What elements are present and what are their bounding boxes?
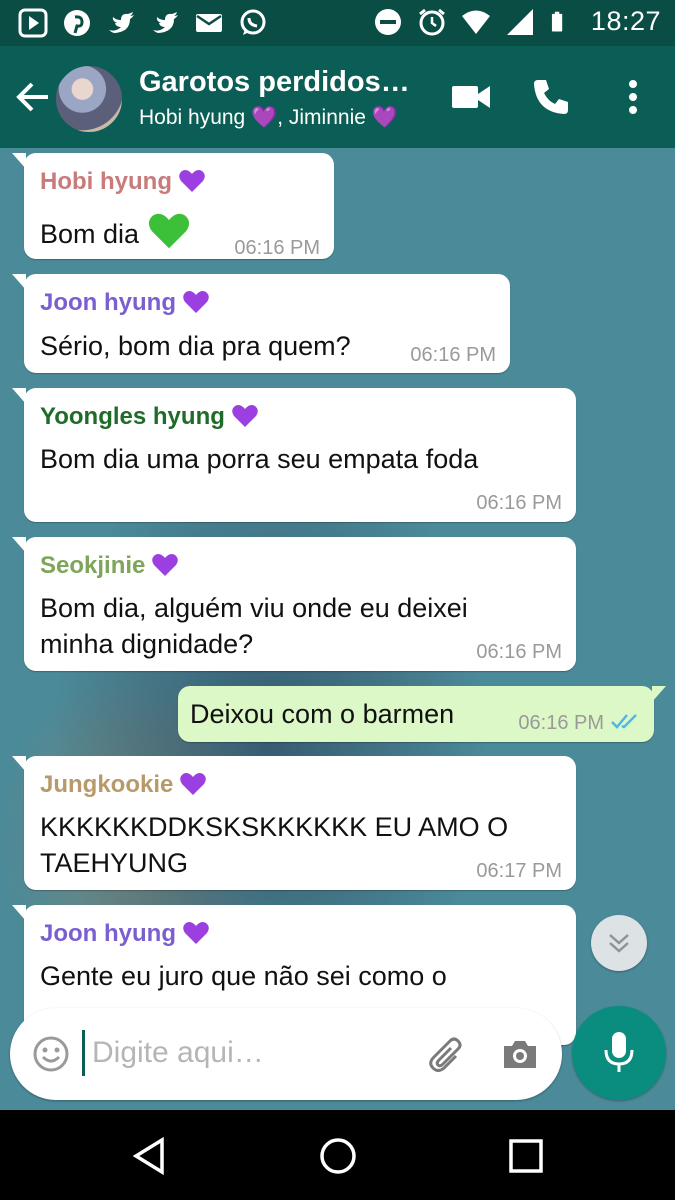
message-text-line: Bom dia, alguém viu onde eu deixei <box>40 593 468 623</box>
back-triangle-icon[interactable] <box>130 1136 170 1176</box>
purple-heart-icon <box>183 291 209 313</box>
message-time: 06:16 PM <box>234 237 320 259</box>
message-time: 06:17 PM <box>476 860 562 882</box>
message-sender: Joon hyung <box>40 289 176 316</box>
message-bubble[interactable]: Yoongles hyung Bom dia uma porra seu emp… <box>12 388 576 522</box>
chat-header: Garotos perdidos… Hobi hyung 💜, Jiminnie… <box>0 46 675 148</box>
mic-button[interactable] <box>572 1006 666 1100</box>
message-text-line: KKKKKKDDKSKSKKKKKK EU AMO O <box>40 812 509 842</box>
message-bubble[interactable]: Seokjinie Bom dia, alguém viu onde eu de… <box>12 537 576 671</box>
scroll-to-bottom-button[interactable] <box>591 915 647 971</box>
message-sender: Jungkookie <box>40 771 174 798</box>
phone-icon[interactable] <box>530 76 572 118</box>
attach-icon[interactable] <box>428 1034 468 1074</box>
system-nav-bar <box>0 1110 675 1200</box>
message-time: 06:16 PM <box>476 641 562 663</box>
message-text: Bom dia uma porra seu empata foda <box>40 444 479 474</box>
more-vert-icon[interactable] <box>612 76 654 118</box>
message-time: 06:16 PM <box>410 344 496 366</box>
message-bubble[interactable]: Jungkookie KKKKKKDDKSKSKKKKKK EU AMO O T… <box>12 756 576 890</box>
recents-square-icon[interactable] <box>506 1136 546 1176</box>
purple-heart-icon <box>183 922 209 944</box>
message-time: 06:16 PM <box>518 712 604 734</box>
message-sender: Hobi hyung <box>40 168 172 195</box>
message-text: Bom dia <box>40 219 140 249</box>
purple-heart-icon <box>180 773 207 795</box>
clock: 18:27 <box>590 6 661 36</box>
twitter-icon <box>109 12 134 33</box>
message-composer[interactable]: Digite aqui… <box>10 1008 562 1100</box>
green-heart-icon <box>148 213 190 249</box>
video-call-icon[interactable] <box>450 76 492 118</box>
group-avatar[interactable] <box>54 64 124 134</box>
message-bubble[interactable]: Hobi hyung Bom dia 06:16 PM <box>12 153 334 259</box>
twitter-icon <box>153 12 178 33</box>
outgoing-message-bubble[interactable]: Deixou com o barmen 06:16 PM <box>178 686 666 742</box>
message-text: Sério, bom dia pra quem? <box>40 331 351 361</box>
purple-heart-icon <box>152 554 179 576</box>
back-arrow-icon[interactable] <box>14 78 52 116</box>
message-sender: Yoongles hyung <box>40 403 225 430</box>
camera-icon[interactable] <box>500 1034 540 1074</box>
alarm-icon <box>418 8 445 35</box>
message-sender: Seokjinie <box>40 552 146 579</box>
emoji-icon[interactable] <box>32 1035 70 1073</box>
whatsapp-icon <box>240 9 266 35</box>
pinterest-icon <box>64 10 90 36</box>
message-time: 06:16 PM <box>476 492 562 514</box>
wifi-icon <box>461 10 490 34</box>
purple-heart-icon <box>179 170 205 192</box>
message-input[interactable]: Digite aqui… <box>92 1036 264 1070</box>
message-text: Gente eu juro que não sei como o <box>40 961 447 991</box>
text-caret <box>82 1030 85 1076</box>
play-store-icon <box>18 8 48 38</box>
chat-title[interactable]: Garotos perdidos… <box>139 66 409 99</box>
do-not-disturb-icon <box>374 8 401 35</box>
mail-icon <box>196 14 222 32</box>
mic-icon <box>604 1032 634 1072</box>
message-sender: Joon hyung <box>40 920 176 947</box>
chevron-double-down-icon <box>609 934 629 953</box>
signal-icon <box>506 8 533 35</box>
message-text-line: TAEHYUNG <box>40 848 189 878</box>
chat-members[interactable]: Hobi hyung 💜, Jiminnie 💜 <box>139 106 398 130</box>
battery-icon <box>551 11 563 32</box>
message-text: Deixou com o barmen <box>190 699 455 729</box>
message-text-line: minha dignidade? <box>40 629 254 659</box>
message-bubble[interactable]: Joon hyung Sério, bom dia pra quem? 06:1… <box>12 274 510 373</box>
home-circle-icon[interactable] <box>318 1136 358 1176</box>
status-bar: 18:27 <box>0 0 675 46</box>
purple-heart-icon <box>232 405 258 427</box>
message-list[interactable]: Hobi hyung Bom dia 06:16 PM Joon hyung S… <box>0 148 675 1110</box>
read-ticks-icon <box>611 714 637 729</box>
